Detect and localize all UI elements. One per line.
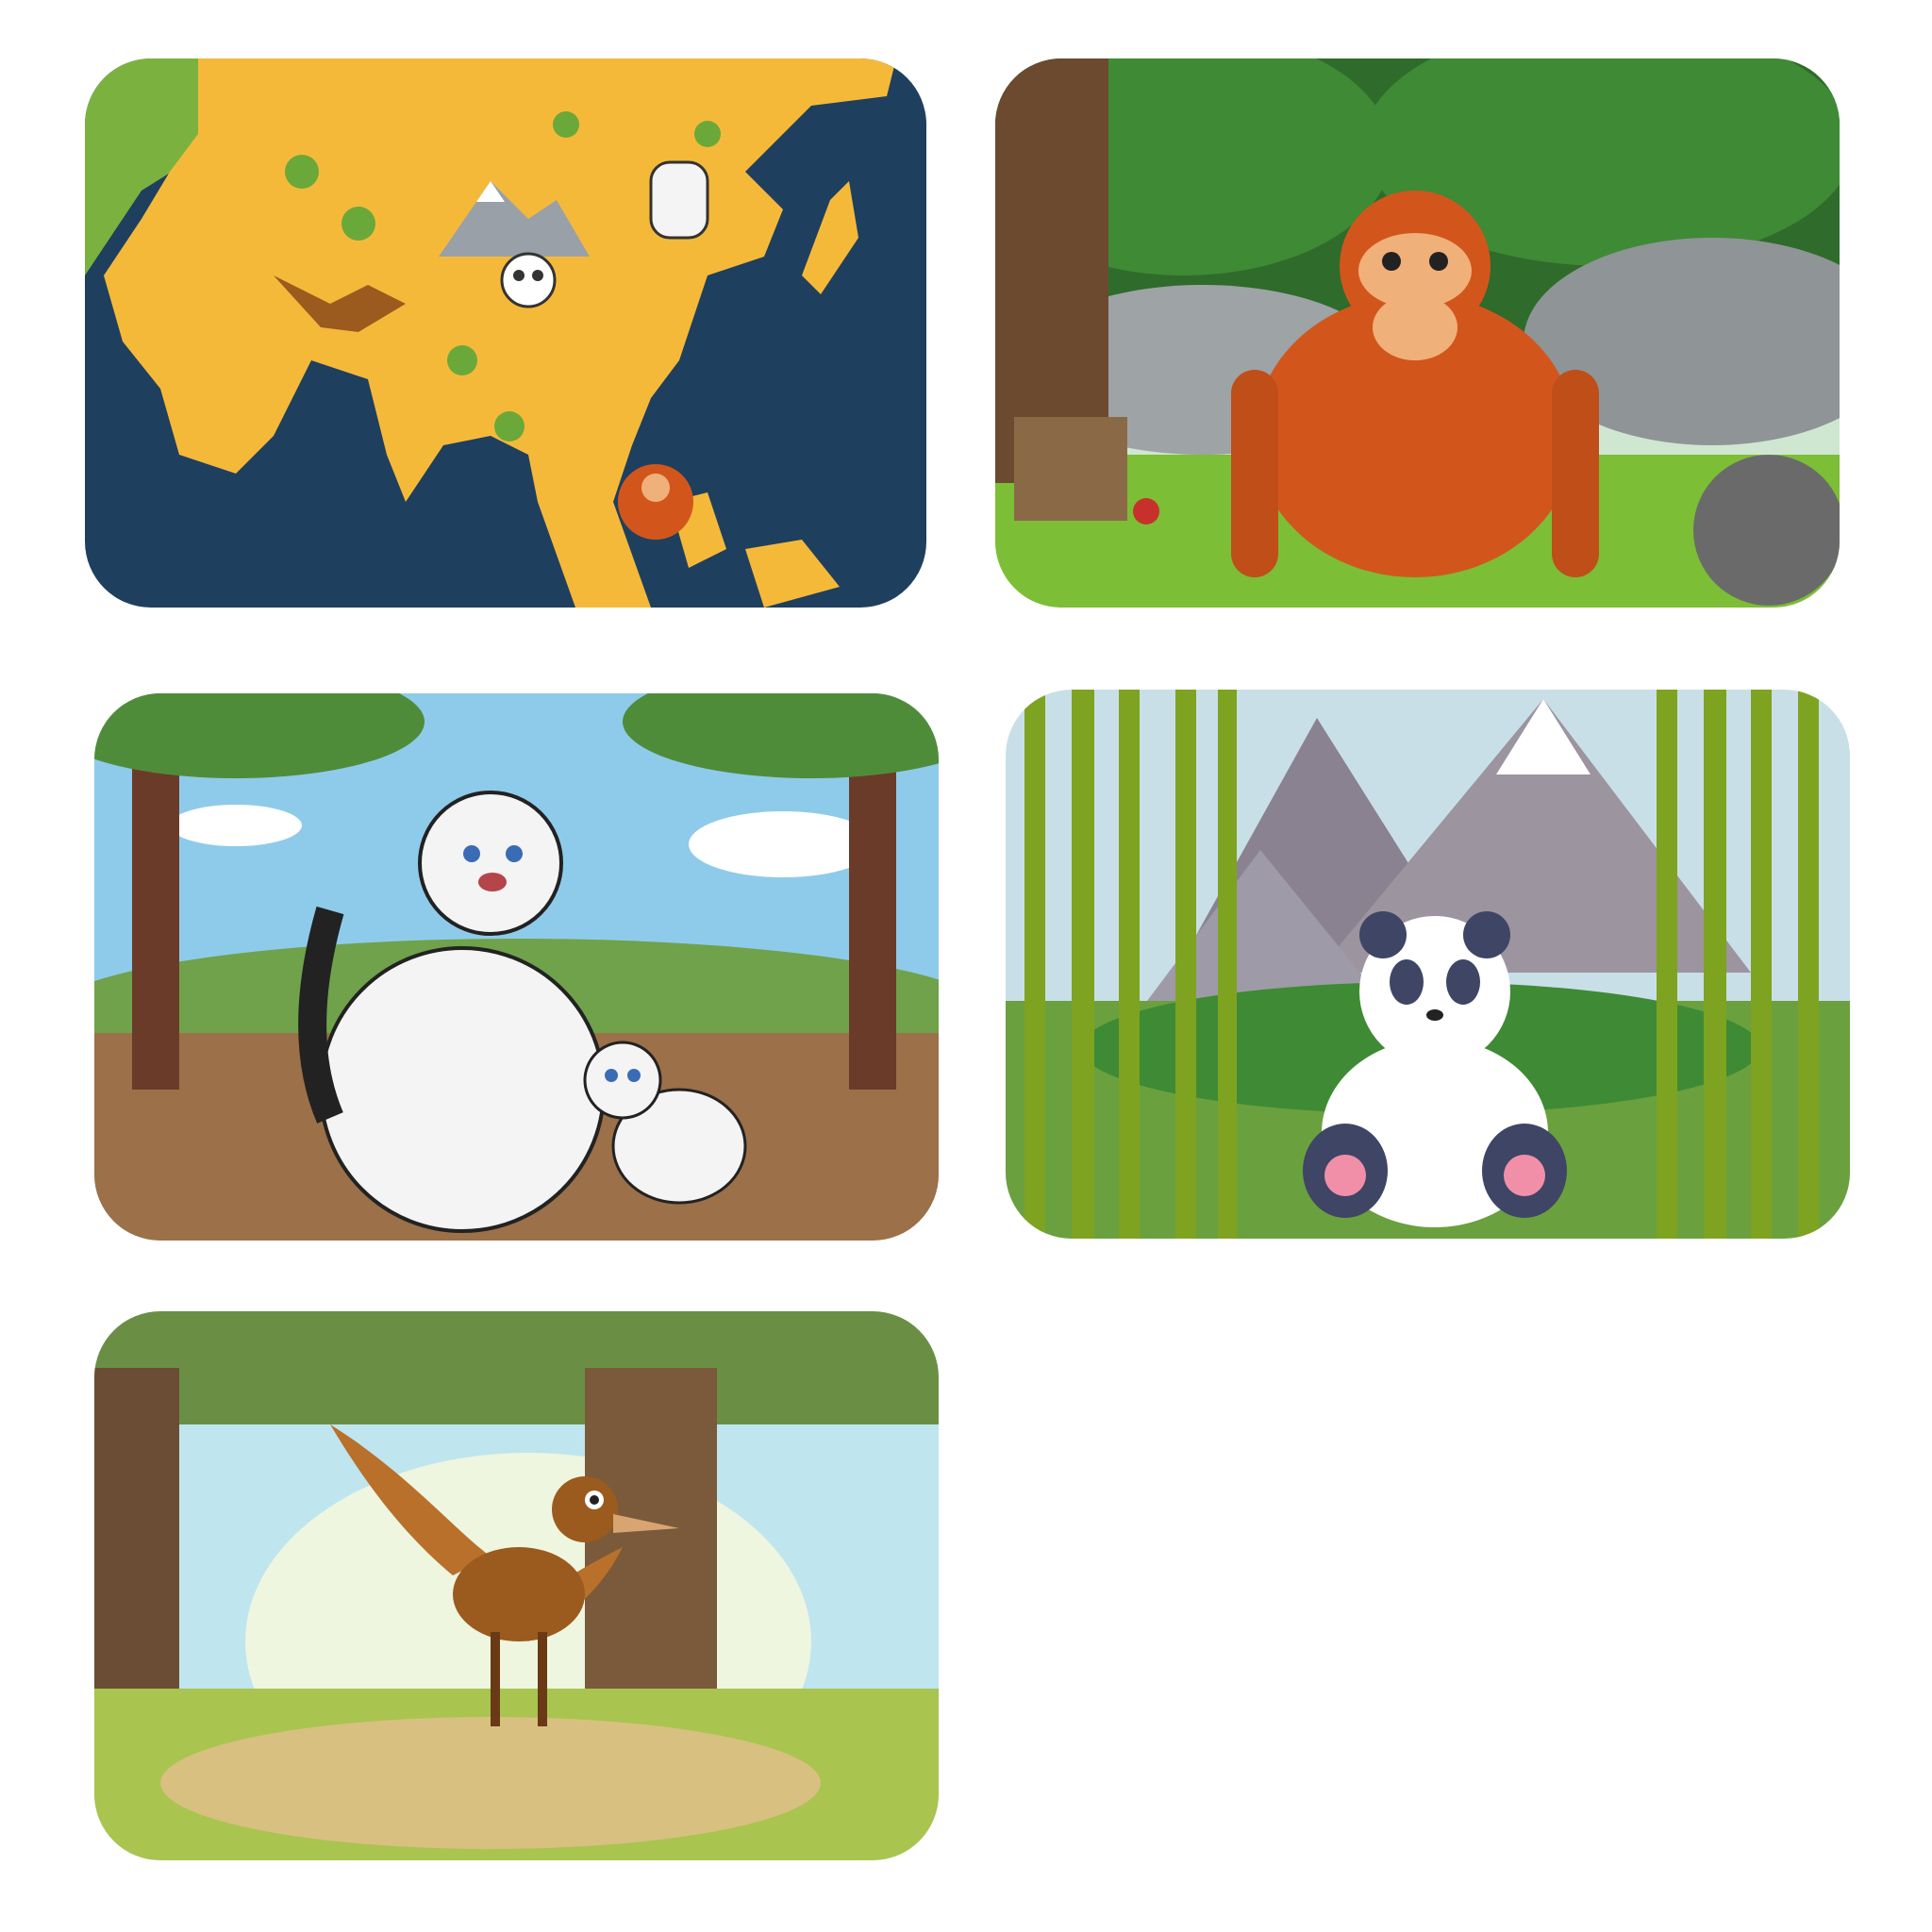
orangutan-scene <box>995 58 1840 608</box>
bird-scene <box>94 1311 939 1860</box>
tiger-card[interactable] <box>94 693 939 1241</box>
asia-map-illustration <box>85 58 926 608</box>
tiger-icon <box>649 160 709 240</box>
mushroom-icon <box>1133 498 1159 525</box>
panda-card[interactable] <box>1006 690 1850 1239</box>
bird-card[interactable] <box>94 1311 939 1860</box>
orangutan-card[interactable] <box>995 58 1840 608</box>
orangutan-icon <box>618 464 693 540</box>
panda-scene <box>1006 690 1850 1239</box>
map-card[interactable] <box>85 58 926 608</box>
panda-icon <box>500 252 557 308</box>
tiger-scene <box>94 693 939 1241</box>
